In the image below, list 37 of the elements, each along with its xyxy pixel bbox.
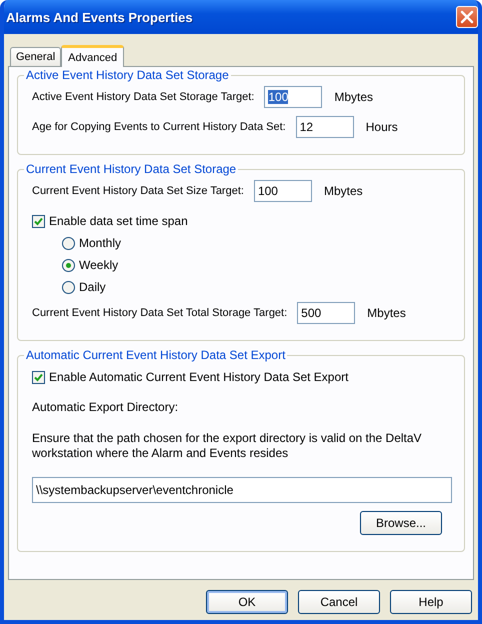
radio-label: Monthly xyxy=(79,236,122,250)
browse-button[interactable]: Browse... xyxy=(360,511,442,535)
group-title: Active Event History Data Set Storage xyxy=(24,68,231,82)
radio-label: Weekly xyxy=(79,258,118,272)
checkbox[interactable] xyxy=(32,370,45,384)
unit-label: Mbytes xyxy=(334,90,374,104)
unit-label: Mbytes xyxy=(367,306,406,320)
radio-button[interactable] xyxy=(62,280,75,294)
checkbox-label: Enable data set time span xyxy=(49,214,188,228)
field-label: Age for Copying Events to Current History Data Set: xyxy=(32,121,286,133)
path-field[interactable]: \\systembackupserver\eventchronicle xyxy=(32,477,452,503)
group-title: Current Event History Data Set Storage xyxy=(24,162,238,176)
group-title: Automatic Current Event History Data Set Export xyxy=(24,348,288,362)
radio-button[interactable] xyxy=(62,258,75,272)
unit-label: Hours xyxy=(366,120,398,134)
dialog-button[interactable]: Cancel xyxy=(298,590,380,614)
checkbox-label: Enable Automatic Current Event History Data Set Export xyxy=(49,370,348,384)
tab[interactable]: Advanced xyxy=(61,45,124,67)
input-field[interactable]: 100 xyxy=(264,86,322,108)
close-button[interactable] xyxy=(456,6,478,28)
field-label: Current Event History Data Set Total Storage Target: xyxy=(32,307,288,319)
radio-button[interactable] xyxy=(62,236,75,250)
field-label: Current Event History Data Set Size Target: xyxy=(32,185,244,197)
input-field[interactable]: 12 xyxy=(296,116,354,138)
unit-label: Mbytes xyxy=(324,184,363,198)
window-title: Alarms And Events Properties xyxy=(6,10,193,24)
dialog-button[interactable]: OK xyxy=(206,590,288,614)
description-text: Automatic Export Directory: xyxy=(32,400,180,415)
input-field[interactable]: 500 xyxy=(297,302,356,324)
radio-label: Daily xyxy=(79,280,106,294)
dialog-button[interactable]: Help xyxy=(390,590,472,614)
tab[interactable]: General xyxy=(10,47,62,66)
description-text: Ensure that the path chosen for the export directory is valid on the DeltaV workstation where the Alarm and Events resides xyxy=(32,431,423,461)
checkbox[interactable] xyxy=(32,214,45,228)
close-icon xyxy=(460,10,474,24)
field-label: Active Event History Data Set Storage Target: xyxy=(32,91,254,103)
input-field[interactable]: 100 xyxy=(254,180,312,202)
